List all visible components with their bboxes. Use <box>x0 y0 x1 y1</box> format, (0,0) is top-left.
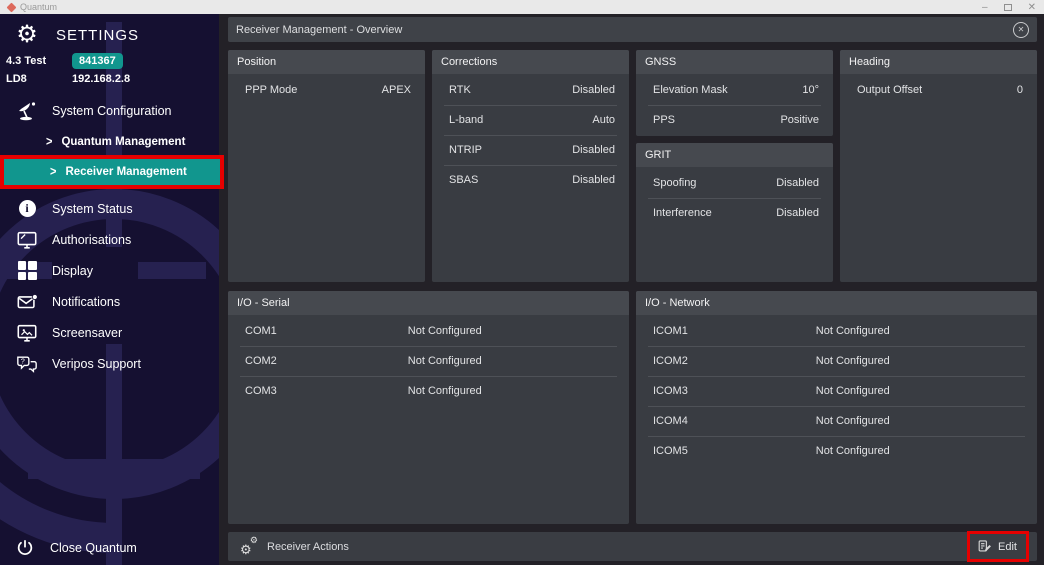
card-title: Position <box>228 50 425 74</box>
window-title: Quantum <box>20 2 58 12</box>
sidebar-item-system-configuration[interactable]: System Configuration <box>0 91 219 129</box>
table-row: PPP Mode APEX <box>245 84 411 96</box>
panel-footer: ⚙ ⚙ Receiver Actions Edit <box>228 531 1037 562</box>
sidebar-item-veripos-support[interactable]: ? Veripos Support <box>0 348 219 379</box>
card-title: GNSS <box>636 50 833 74</box>
minimize-icon[interactable]: – <box>982 2 988 13</box>
table-row: ICOM4 Not Configured <box>636 406 1037 436</box>
sidebar-item-notifications[interactable]: Notifications <box>0 286 219 317</box>
monitor-screensaver-icon <box>10 322 44 344</box>
table-row: NTRIP Disabled <box>432 135 629 165</box>
grid-icon <box>17 261 37 280</box>
window-close-icon[interactable]: ✕ <box>1028 2 1036 13</box>
receiver-info: 4.3 Test 841367 LD8 192.168.2.8 <box>0 49 219 91</box>
edit-button[interactable]: Edit <box>967 531 1029 562</box>
table-row: PPS Positive <box>636 105 833 135</box>
chevron-right-icon: > <box>50 164 57 180</box>
card-title: GRIT <box>636 143 833 167</box>
sidebar-item-label: Veripos Support <box>52 356 141 371</box>
maximize-icon[interactable] <box>1003 3 1012 11</box>
table-row: RTK Disabled <box>449 84 615 96</box>
close-quantum-label: Close Quantum <box>50 541 137 555</box>
table-row: COM2 Not Configured <box>228 346 629 376</box>
gnss-card: GNSS Elevation Mask 10° PPS Positive <box>636 50 833 136</box>
table-row: L-band Auto <box>432 105 629 135</box>
sidebar-item-receiver-management[interactable]: > Receiver Management <box>4 159 220 185</box>
sidebar-item-label: Screensaver <box>52 325 123 340</box>
sidebar-item-label: Notifications <box>52 294 121 309</box>
sidebar-item-system-status[interactable]: i System Status <box>0 193 219 224</box>
close-quantum-button[interactable]: Close Quantum <box>10 538 137 558</box>
settings-sidebar: ⚙ SETTINGS 4.3 Test 841367 LD8 192.168.2… <box>0 14 224 565</box>
panel-header: Receiver Management - Overview ✕ <box>228 17 1037 42</box>
card-title: I/O - Network <box>636 291 1037 315</box>
satellite-dish-icon <box>10 99 44 123</box>
table-row: Spoofing Disabled <box>653 177 819 189</box>
card-title: Corrections <box>432 50 629 74</box>
receiver-actions-button[interactable]: ⚙ ⚙ Receiver Actions <box>240 534 349 557</box>
os-titlebar: Quantum – ✕ <box>0 0 1044 14</box>
monitor-pen-icon <box>10 229 44 251</box>
chevron-right-icon: > <box>46 134 53 150</box>
receiver-actions-label: Receiver Actions <box>267 540 349 553</box>
info-icon: i <box>18 200 36 217</box>
annotation-highlight-box: > Receiver Management <box>0 155 224 189</box>
sidebar-item-label: Display <box>52 263 93 278</box>
table-row: ICOM5 Not Configured <box>636 436 1037 466</box>
receiver-ip: 192.168.2.8 <box>72 73 131 85</box>
sidebar-item-screensaver[interactable]: Screensaver <box>0 317 219 348</box>
power-icon <box>10 538 40 558</box>
envelope-badge-icon <box>10 291 44 313</box>
gears-icon: ⚙ ⚙ <box>240 534 258 557</box>
card-title: I/O - Serial <box>228 291 629 315</box>
receiver-id-badge: 841367 <box>72 53 123 69</box>
sidebar-item-label: System Status <box>52 201 133 216</box>
position-card: Position PPP Mode APEX <box>228 50 425 282</box>
table-row: COM3 Not Configured <box>228 376 629 406</box>
receiver-model: LD8 <box>6 73 27 85</box>
edit-label: Edit <box>998 540 1017 553</box>
sidebar-subitem-label: Receiver Management <box>65 166 187 178</box>
sidebar-item-authorisations[interactable]: Authorisations <box>0 224 219 255</box>
edit-icon <box>977 539 992 554</box>
table-row: Elevation Mask 10° <box>653 84 819 96</box>
panel-title: Receiver Management - Overview <box>236 23 403 36</box>
svg-text:?: ? <box>21 356 25 365</box>
table-row: ICOM3 Not Configured <box>636 376 1037 406</box>
firmware-version: 4.3 Test <box>6 55 47 67</box>
table-row: Output Offset 0 <box>857 84 1023 96</box>
settings-gear-icon: ⚙ <box>16 21 38 48</box>
sidebar-item-quantum-management[interactable]: > Quantum Management <box>0 129 219 155</box>
grit-card: GRIT Spoofing Disabled Interference Disa… <box>636 143 833 282</box>
receiver-management-panel: Receiver Management - Overview ✕ Positio… <box>219 14 1044 565</box>
table-row: SBAS Disabled <box>432 165 629 195</box>
panel-close-icon[interactable]: ✕ <box>1013 21 1029 38</box>
sidebar-item-display[interactable]: Display <box>0 255 219 286</box>
sidebar-item-label: System Configuration <box>52 104 172 118</box>
sidebar-subitem-label: Quantum Management <box>61 136 186 148</box>
quantum-app-icon <box>6 2 17 12</box>
table-row: ICOM1 Not Configured <box>653 325 890 337</box>
io-serial-card: I/O - Serial COM1 Not Configured COM2 No… <box>228 291 629 524</box>
table-row: ICOM2 Not Configured <box>636 346 1037 376</box>
heading-card: Heading Output Offset 0 <box>840 50 1037 282</box>
sidebar-title: SETTINGS <box>56 26 140 44</box>
io-network-card: I/O - Network ICOM1 Not Configured ICOM2… <box>636 291 1037 524</box>
sidebar-item-label: Authorisations <box>52 232 132 247</box>
table-row: COM1 Not Configured <box>245 325 482 337</box>
card-title: Heading <box>840 50 1037 74</box>
support-chat-icon: ? <box>10 353 44 375</box>
table-row: Interference Disabled <box>636 198 833 228</box>
corrections-card: Corrections RTK Disabled L-band Auto NTR… <box>432 50 629 282</box>
